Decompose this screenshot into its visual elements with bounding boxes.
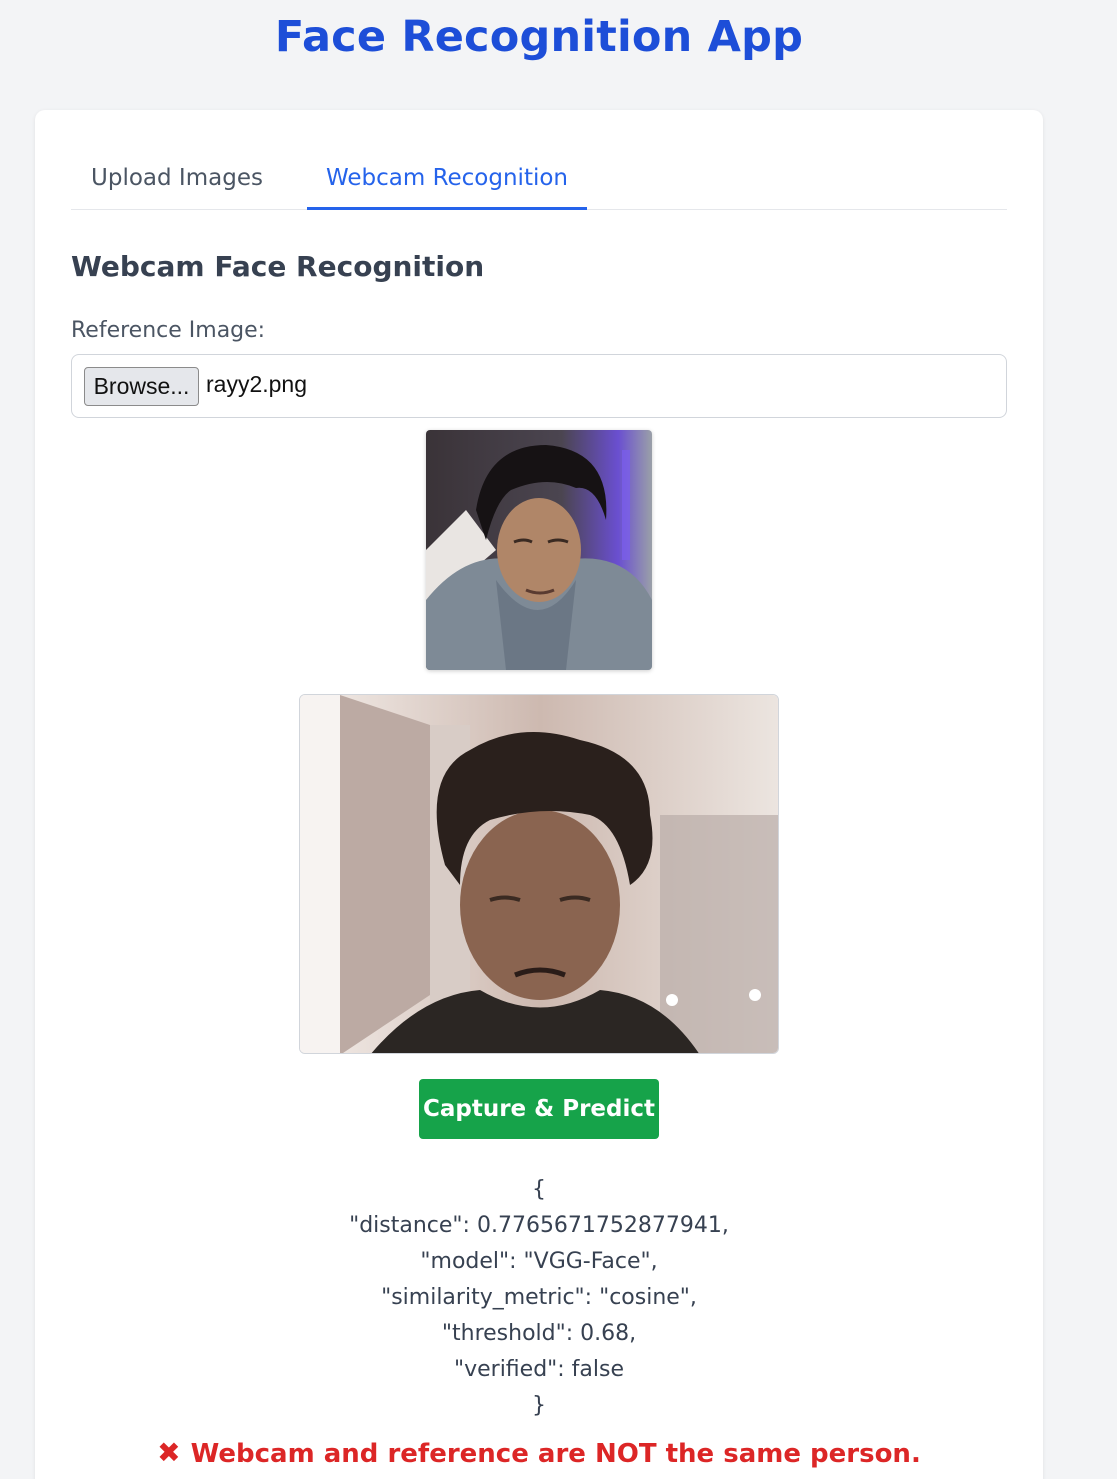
reference-file-input[interactable]: Browse... rayy2.png [71,354,1007,418]
capture-predict-button[interactable]: Capture & Predict [419,1079,659,1139]
tab-bar: Upload Images Webcam Recognition [71,156,1007,210]
app-title: Face Recognition App [274,12,804,62]
result-line-distance: "distance": 0.7765671752877941, [349,1213,729,1238]
result-line: } [532,1393,546,1418]
browse-button[interactable]: Browse... [84,367,199,406]
cross-mark-icon: ✖ [157,1436,181,1469]
main-card: Upload Images Webcam Recognition Webcam … [35,110,1043,1479]
result-line-model: "model": "VGG-Face", [420,1249,658,1274]
reference-image-label: Reference Image: [71,318,266,343]
result-line-verified: "verified": false [453,1357,625,1382]
result-line-similarity-metric: "similarity_metric": "cosine", [381,1285,697,1310]
tab-webcam-recognition[interactable]: Webcam Recognition [307,156,587,210]
reference-image-preview [426,430,652,670]
reference-photo [426,430,652,670]
selected-file-name: rayy2.png [206,371,308,397]
webcam-feed [299,694,779,1054]
verdict-message: ✖ Webcam and reference are NOT the same p… [35,1436,1043,1469]
result-line-threshold: "threshold": 0.68, [441,1321,637,1346]
result-line: { [532,1177,546,1202]
verdict-text: Webcam and reference are NOT the same pe… [190,1439,921,1469]
section-title: Webcam Face Recognition [71,250,485,283]
prediction-result: { "distance": 0.7765671752877941, "model… [35,1172,1043,1424]
webcam-photo [300,695,778,1053]
tab-upload-images[interactable]: Upload Images [71,156,283,210]
